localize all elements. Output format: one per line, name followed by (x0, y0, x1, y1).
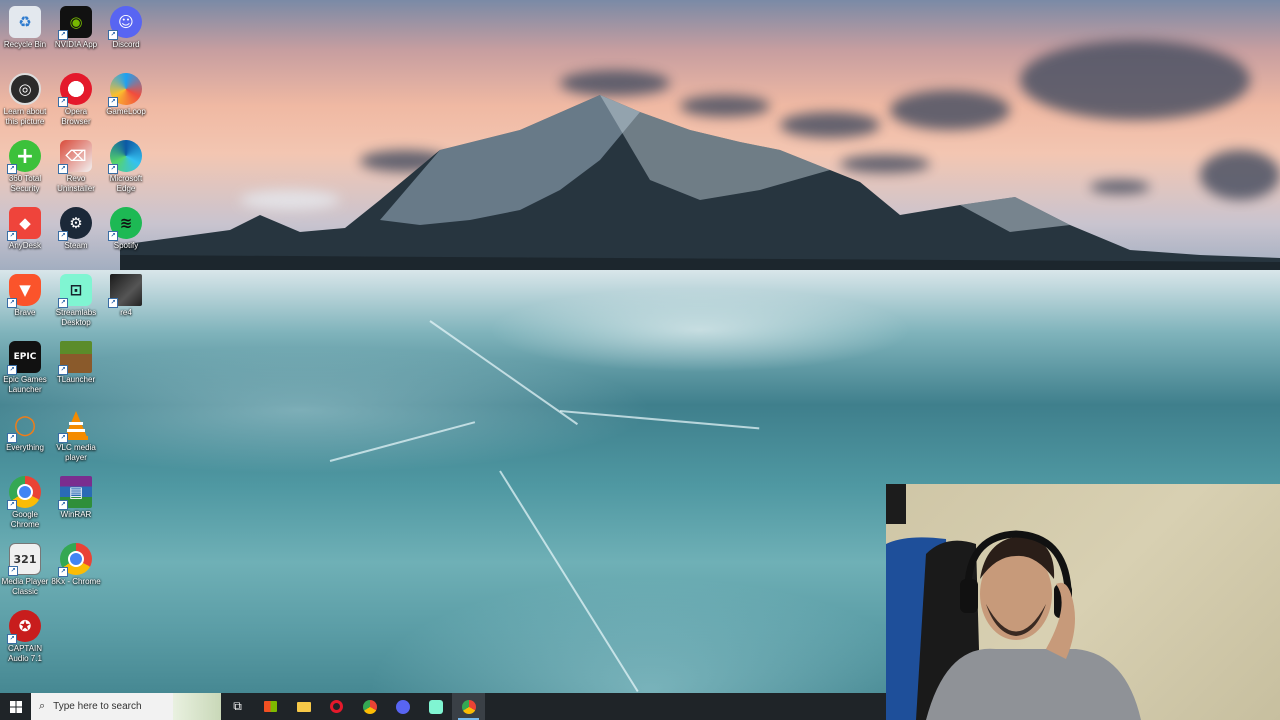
opera-icon (330, 700, 343, 713)
icon-label: Media Player Classic (1, 577, 49, 596)
taskbar-task-view[interactable]: ⧉ (221, 693, 254, 720)
desktop-icon-everything[interactable]: ○ ↗ Everything (0, 403, 50, 453)
icon-label: TLauncher (56, 375, 96, 384)
icon-label: Epic Games Launcher (3, 375, 47, 394)
taskbar-microsoft-store[interactable] (254, 693, 287, 720)
icon-label: Revo Uninstaller (57, 174, 95, 193)
nvidia-icon: ◉ ↗ (58, 6, 92, 40)
taskbar-streamlabs[interactable] (419, 693, 452, 720)
icon-label: Discord (112, 40, 140, 49)
recycle-bin-icon: ♻ (9, 6, 41, 38)
webcam-person-silhouette (886, 484, 1141, 720)
tlauncher-icon: ↗ (58, 341, 92, 375)
spotify-icon: ≋ ↗ (108, 207, 142, 241)
icon-label: Recycle Bin (3, 40, 47, 49)
store-icon (264, 701, 277, 712)
desktop-icon-streamlabs[interactable]: ⊡ ↗ Streamlabs Desktop (51, 268, 101, 328)
360-security-icon: + ↗ (7, 140, 41, 174)
streamlabs-icon (428, 699, 443, 714)
desktop-icon-epic-games[interactable]: EPIC ↗ Epic Games Launcher (0, 335, 50, 395)
search-icon: ⌕ (39, 700, 46, 712)
chrome-icon (362, 699, 377, 714)
desktop-icon-media-player-classic[interactable]: 321 ↗ Media Player Classic (0, 537, 50, 597)
desktop-icon-steam[interactable]: ⚙ ↗ Steam (51, 201, 101, 251)
desktop-icon-brave[interactable]: ▼ ↗ Brave (0, 268, 50, 318)
epic-games-icon: EPIC ↗ (7, 341, 41, 375)
anydesk-icon: ◆ ↗ (7, 207, 41, 241)
taskbar-discord[interactable] (386, 693, 419, 720)
icon-label: Everything (6, 443, 44, 452)
start-button[interactable] (0, 693, 31, 720)
discord-icon (395, 699, 410, 714)
folder-icon (296, 701, 311, 712)
desktop-icon-re4[interactable]: ↗ re4 (101, 268, 151, 318)
icon-label: re4 (120, 308, 132, 317)
desktop-icon-nvidia-app[interactable]: ◉ ↗ NVIDIA App (51, 0, 101, 50)
chrome-icon: ↗ (7, 476, 41, 510)
desktop-icon-gameloop[interactable]: ↗ GameLoop (101, 67, 151, 117)
icon-label: Opera Browser (61, 107, 91, 126)
icon-label: Streamlabs Desktop (55, 308, 97, 327)
taskbar-search-box[interactable]: ⌕ Type here to search (31, 693, 221, 720)
revo-uninstaller-icon: ⌫ ↗ (58, 140, 92, 174)
icon-label: 8Kx - Chrome (51, 577, 101, 586)
icon-label: Spotify (113, 241, 139, 250)
taskbar-opera[interactable] (320, 693, 353, 720)
search-highlight-bird-icon (173, 693, 221, 720)
desktop-icon-captain-audio[interactable]: ✪ ↗ CAPTAIN Audio 7.1 (0, 604, 50, 664)
desktop-icon-spotify[interactable]: ≋ ↗ Spotify (101, 201, 151, 251)
icon-label: CAPTAIN Audio 7.1 (7, 644, 43, 663)
desktop-icon-vlc[interactable]: ↗ VLC media player (51, 403, 101, 463)
taskbar: ⌕ Type here to search ⧉ (0, 693, 886, 720)
desktop-icon-winrar[interactable]: ▤ ↗ WinRAR (51, 470, 101, 520)
desktop-icon-revo-uninstaller[interactable]: ⌫ ↗ Revo Uninstaller (51, 134, 101, 194)
desktop-icon-tlauncher[interactable]: ↗ TLauncher (51, 335, 101, 385)
windows-logo-icon (9, 700, 22, 713)
captain-audio-icon: ✪ ↗ (7, 610, 41, 644)
icon-label: 360 Total Security (8, 174, 42, 193)
steam-icon: ⚙ ↗ (58, 207, 92, 241)
webcam-overlay (886, 484, 1280, 720)
icon-label: AnyDesk (8, 241, 41, 250)
edge-icon: ↗ (108, 140, 142, 174)
everything-search-icon: ○ ↗ (7, 409, 41, 443)
desktop-icon-360-total-security[interactable]: + ↗ 360 Total Security (0, 134, 50, 194)
taskbar-chrome-active[interactable] (452, 693, 485, 720)
search-placeholder: Type here to search (53, 701, 142, 712)
media-player-classic-icon: 321 ↗ (8, 543, 41, 576)
brave-icon: ▼ ↗ (7, 274, 41, 308)
winrar-icon: ▤ ↗ (58, 476, 92, 510)
re4-game-icon: ↗ (108, 274, 142, 308)
chrome-app-icon: ↗ (58, 543, 92, 577)
icon-label: NVIDIA App (54, 40, 98, 49)
opera-icon: ↗ (58, 73, 92, 107)
icon-label: WinRAR (60, 510, 92, 519)
icon-label: Brave (14, 308, 36, 317)
icon-label: GameLoop (106, 107, 146, 116)
chrome-icon (461, 699, 476, 714)
taskbar-chrome[interactable] (353, 693, 386, 720)
desktop-icon-recycle-bin[interactable]: ♻ Recycle Bin (0, 0, 50, 50)
camera-info-icon: ◎ (9, 73, 41, 105)
discord-icon: ☺ ↗ (108, 6, 142, 40)
desktop-icon-opera[interactable]: ↗ Opera Browser (51, 67, 101, 127)
gameloop-icon: ↗ (108, 73, 142, 107)
desktop-icon-microsoft-edge[interactable]: ↗ Microsoft Edge (101, 134, 151, 194)
icon-label: VLC media player (56, 443, 96, 462)
task-view-icon: ⧉ (233, 699, 242, 713)
streamlabs-icon: ⊡ ↗ (58, 274, 92, 308)
icon-label: Google Chrome (10, 510, 40, 529)
mountain-range (120, 95, 1280, 280)
icon-label: Learn about this picture (3, 107, 47, 126)
desktop-icon-8kx-chrome[interactable]: ↗ 8Kx - Chrome (51, 537, 101, 587)
desktop-icon-discord[interactable]: ☺ ↗ Discord (101, 0, 151, 50)
desktop-icon-learn-about-picture[interactable]: ◎ Learn about this picture (0, 67, 50, 127)
taskbar-file-explorer[interactable] (287, 693, 320, 720)
desktop-icon-anydesk[interactable]: ◆ ↗ AnyDesk (0, 201, 50, 251)
icon-label: Steam (64, 241, 88, 250)
desktop-icon-google-chrome[interactable]: ↗ Google Chrome (0, 470, 50, 530)
vlc-icon: ↗ (58, 409, 92, 443)
icon-label: Microsoft Edge (109, 174, 143, 193)
